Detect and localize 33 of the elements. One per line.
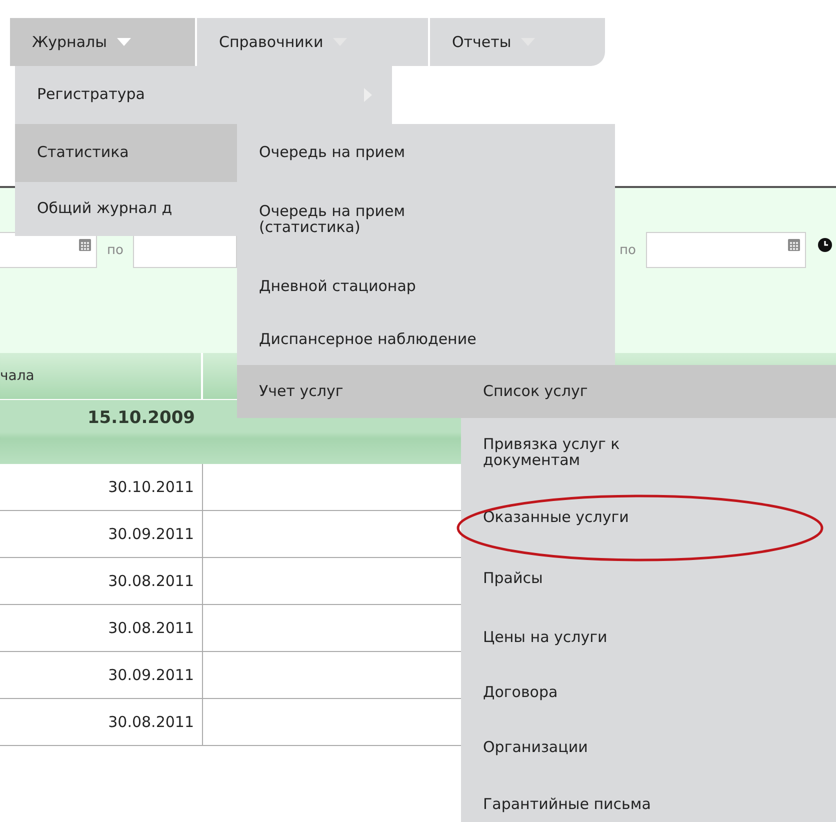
menu-item[interactable]: Диспансерное наблюдение [237, 315, 615, 365]
field-label: по [107, 242, 124, 258]
menu-item[interactable]: Очередь на прием [237, 124, 615, 182]
calendar-icon[interactable] [79, 239, 91, 251]
table-cell: 30.08.2011 [0, 699, 203, 745]
field-label: по [619, 242, 636, 258]
menu-item[interactable]: Общий журнал д [15, 182, 237, 236]
group-date: 15.10.2009 [86, 407, 195, 430]
table-cell: 30.08.2011 [0, 558, 203, 604]
date-field[interactable] [0, 232, 97, 268]
menu-item[interactable]: Дневной стационар [237, 258, 615, 315]
caret-icon [117, 38, 131, 46]
menu-tab[interactable]: Отчеты [430, 18, 558, 66]
table-cell: 30.09.2011 [0, 511, 203, 557]
clock-icon[interactable] [818, 238, 832, 252]
menu-item[interactable]: Список услуг [461, 365, 836, 418]
menu-tab[interactable]: Журналы [10, 18, 197, 66]
calendar-icon[interactable] [788, 239, 800, 251]
menu-item[interactable]: Очередь на прием (статистика) [237, 182, 615, 258]
menu-item[interactable]: Привязка услуг к документам [461, 418, 836, 488]
menu-item[interactable]: Статистика [15, 124, 237, 182]
date-field[interactable] [646, 232, 806, 268]
menu-item[interactable]: Договора [461, 665, 836, 720]
menu-item[interactable]: Регистратура [15, 66, 392, 124]
menu-item[interactable]: Прайсы [461, 548, 836, 610]
menu-item[interactable]: Цены на услуги [461, 610, 836, 665]
menu-item[interactable]: Организации [461, 720, 836, 775]
table-cell: 30.08.2011 [0, 605, 203, 651]
menu-item[interactable]: Гарантийные письма [461, 775, 836, 822]
menu-item[interactable]: Оказанные услуги [461, 488, 836, 548]
menu-item[interactable]: Учет услуг [237, 365, 461, 418]
table-cell: 30.09.2011 [0, 652, 203, 698]
table-cell: 30.10.2011 [0, 464, 203, 510]
